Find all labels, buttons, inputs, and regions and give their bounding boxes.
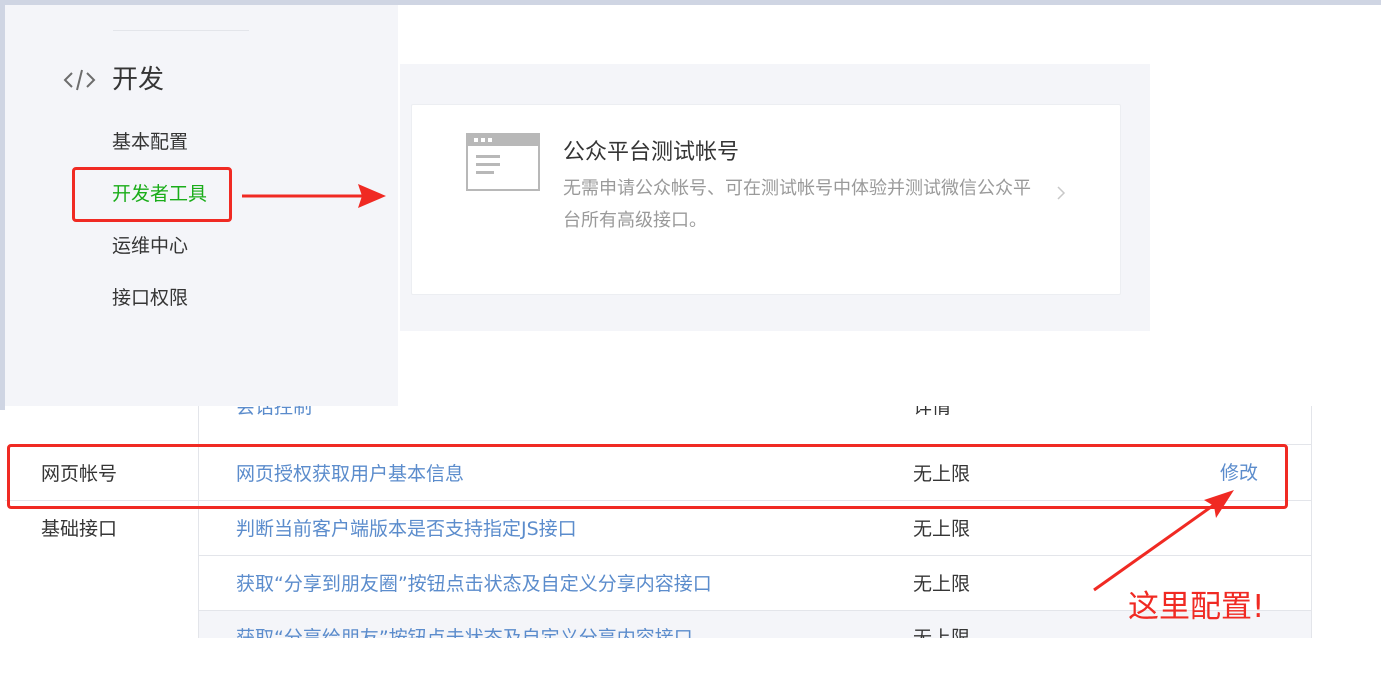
api-limit: 无上限: [913, 463, 971, 485]
api-permission-table: 会话控制 详情 网页帐号 网页授权获取用户基本信息 无上限 修改 基础接口 判断…: [5, 406, 1312, 638]
card-description: 无需申请公众帐号、可在测试帐号中体验并测试微信公众平台所有高级接口。: [563, 178, 1031, 231]
table-row: 基础接口 判断当前客户端版本是否支持指定JS接口 无上限: [5, 501, 1312, 556]
api-name[interactable]: 判断当前客户端版本是否支持指定JS接口: [236, 517, 577, 541]
browser-window-icon: [466, 133, 540, 191]
api-name[interactable]: 会话控制: [236, 406, 312, 419]
api-limit: 无上限: [913, 627, 971, 638]
sidebar-item-api-permissions[interactable]: 接口权限: [112, 286, 188, 310]
api-name[interactable]: 网页授权获取用户基本信息: [236, 462, 464, 486]
page: 开发 基本配置 开发者工具 运维中心 接口权限 公众平台测试帐号 无需申请公众帐…: [0, 0, 1381, 688]
api-limit: 无上限: [913, 573, 971, 595]
table-row: 会话控制 详情: [5, 406, 1312, 434]
sidebar-divider: [113, 30, 249, 31]
api-limit: 详情: [913, 406, 952, 418]
api-name[interactable]: 获取“分享到朋友圈”按钮点击状态及自定义分享内容接口: [236, 572, 712, 596]
test-account-card[interactable]: 公众平台测试帐号 无需申请公众帐号、可在测试帐号中体验并测试微信公众平台所有高级…: [411, 104, 1121, 295]
chevron-right-icon: [1057, 186, 1066, 200]
modify-link[interactable]: 修改: [1220, 461, 1258, 485]
section-title-develop: 开发: [112, 65, 165, 95]
annotation-note: 这里配置!: [1128, 589, 1265, 625]
api-category: 网页帐号: [41, 463, 118, 485]
code-icon: [63, 69, 96, 91]
api-limit: 无上限: [913, 518, 971, 540]
api-name[interactable]: 获取“分享给朋友”按钮点击状态及自定义分享内容接口: [236, 626, 693, 638]
table-row: 获取“分享到朋友圈”按钮点击状态及自定义分享内容接口 无上限: [5, 556, 1312, 611]
sidebar-item-ops-center[interactable]: 运维中心: [112, 234, 188, 258]
sidebar-item-developer-tools[interactable]: 开发者工具: [112, 182, 207, 206]
card-title: 公众平台测试帐号: [563, 140, 740, 165]
api-category: 基础接口: [41, 518, 118, 540]
sidebar: 开发 基本配置 开发者工具 运维中心 接口权限: [5, 5, 398, 406]
sidebar-item-basic-config[interactable]: 基本配置: [112, 130, 188, 154]
table-row: 网页帐号 网页授权获取用户基本信息 无上限 修改: [5, 445, 1312, 500]
